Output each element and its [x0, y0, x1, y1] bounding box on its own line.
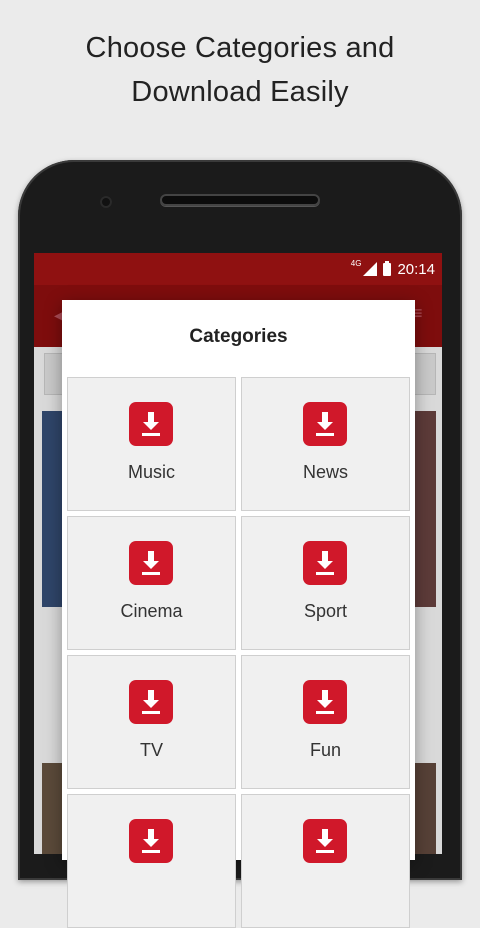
status-time: 20:14 [397, 260, 435, 278]
category-label: Cinema [120, 601, 183, 621]
status-bar: 4G 20:14 [34, 253, 442, 285]
promo-headline-line-1: Choose Categories and [85, 32, 395, 64]
category-tile[interactable]: Music [67, 377, 236, 511]
category-tile[interactable] [241, 794, 410, 928]
download-icon [303, 680, 347, 724]
category-tile[interactable]: Cinema [67, 516, 236, 650]
category-tile[interactable]: TV [67, 655, 236, 789]
promo-headline: Choose Categories and Download Easily [0, 26, 480, 114]
download-icon [303, 402, 347, 446]
signal-icon [363, 262, 378, 276]
front-camera [100, 196, 112, 208]
download-icon [129, 819, 173, 863]
categories-dialog: Categories Music News Cinema Sport TV Fun [62, 300, 415, 928]
download-icon [303, 819, 347, 863]
network-type: 4G [350, 258, 362, 268]
category-tile[interactable]: Fun [241, 655, 410, 789]
download-icon [129, 680, 173, 724]
status-indicators: 4G 20:14 [351, 259, 435, 279]
download-icon [129, 541, 173, 585]
category-label: Fun [309, 740, 342, 760]
earpiece-speaker [160, 194, 320, 206]
categories-grid: Music News Cinema Sport TV Fun [67, 377, 411, 928]
battery-icon [383, 260, 392, 276]
download-icon [303, 541, 347, 585]
category-tile[interactable] [67, 794, 236, 928]
dialog-title: Categories [189, 326, 288, 347]
download-icon [129, 402, 173, 446]
promo-headline-line-2: Download Easily [131, 76, 349, 108]
category-tile[interactable]: News [241, 377, 410, 511]
category-label: Sport [303, 601, 348, 621]
category-label: TV [139, 740, 163, 760]
category-tile[interactable]: Sport [241, 516, 410, 650]
category-label: Music [127, 462, 175, 482]
category-label: News [302, 462, 348, 482]
